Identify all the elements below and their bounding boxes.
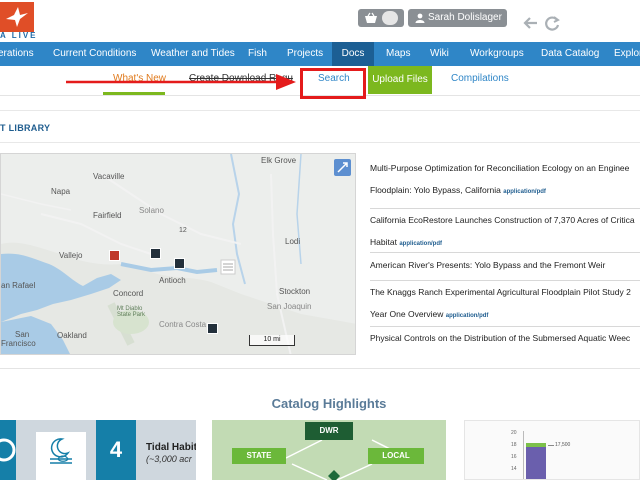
list-item[interactable]: The Knaggs Ranch Experimental Agricultur… [370, 281, 640, 327]
chart-tick: 16 [511, 454, 517, 460]
map-label-contra-costa: Contra Costa [159, 320, 207, 329]
document-title[interactable]: Multi-Purpose Optimization for Reconcili… [370, 157, 640, 179]
nav-item-workgroups[interactable]: Workgroups [470, 42, 524, 66]
list-item[interactable]: California EcoRestore Launches Construct… [370, 209, 640, 253]
search-highlight-box [300, 68, 366, 99]
card-node-dwr: DWR [305, 422, 353, 440]
map-label-lodi: Lodi [285, 237, 301, 246]
document-map[interactable]: Elk Grove Vacaville Napa Fairfield Solan… [0, 153, 356, 355]
map-label-napa: Napa [51, 187, 71, 196]
bird-logo-icon [6, 7, 28, 27]
document-title[interactable]: The Knaggs Ranch Experimental Agricultur… [370, 281, 640, 303]
nav-item-docs[interactable]: Docs [332, 42, 374, 66]
nav-item-current-conditions[interactable]: Current Conditions [53, 42, 136, 66]
nav-item-operations[interactable]: erations [0, 42, 34, 66]
list-item[interactable]: American River's Presents: Yolo Bypass a… [370, 253, 640, 281]
main-nav: erations Current Conditions Weather and … [0, 42, 640, 66]
map-label-fairfield: Fairfield [93, 211, 122, 220]
page: A LIVE Sarah Dolislager erations Current [0, 0, 640, 480]
cart-button[interactable] [358, 9, 404, 27]
card-icon-box [36, 432, 86, 480]
back-arrow-icon[interactable] [522, 16, 538, 30]
list-item[interactable]: Multi-Purpose Optimization for Reconcili… [370, 157, 640, 209]
user-name: Sarah Dolislager [428, 12, 502, 23]
catalog-highlights-title: Catalog Highlights [271, 396, 387, 411]
map-label-vacaville: Vacaville [93, 172, 125, 181]
mime-type: application/pdf [503, 189, 546, 195]
site-logo[interactable] [0, 2, 34, 32]
map-label-oakland: Oakland [57, 331, 87, 340]
document-title-cont[interactable]: Year One Overview [370, 309, 443, 319]
user-menu-button[interactable]: Sarah Dolislager [408, 9, 507, 27]
chart-value-label: 17,500 [555, 442, 571, 448]
logo-text: A LIVE [0, 31, 38, 40]
chart-bar [526, 447, 546, 479]
highlight-card-chart[interactable]: 20 18 16 14 17,500 [464, 420, 640, 480]
basket-icon [365, 12, 377, 23]
card-sublabel: (~3,000 acr [146, 454, 192, 464]
upload-files-button[interactable]: Upload Files [368, 66, 432, 94]
document-title[interactable]: California EcoRestore Launches Construct… [370, 209, 640, 231]
nav-item-weather-and-tides[interactable]: Weather and Tides [151, 42, 235, 66]
card-node-local: LOCAL [368, 448, 424, 464]
document-title[interactable]: American River's Presents: Yolo Bypass a… [370, 253, 640, 277]
nav-item-fish[interactable]: Fish [248, 42, 267, 66]
map-label-elk-grove: Elk Grove [261, 156, 297, 165]
chart-tick: 14 [511, 466, 517, 472]
nav-item-data-catalog[interactable]: Data Catalog [541, 42, 599, 66]
chart-tick: 20 [511, 430, 517, 436]
document-title-cont[interactable]: Floodplain: Yolo Bypass, California [370, 185, 501, 195]
map-label-san-joaquin: San Joaquin [267, 302, 312, 311]
card-number: 4 [96, 420, 136, 480]
moon-fish-icon [50, 438, 72, 464]
card-node-state: STATE [232, 448, 286, 464]
map-label-route-12: 12 [179, 227, 187, 234]
map-marker[interactable] [109, 250, 120, 261]
map-label-mt-diablo: Mt Diablo State Park [117, 306, 146, 318]
map-expand-button[interactable] [334, 159, 351, 176]
document-title-cont[interactable]: Habitat [370, 237, 397, 247]
card-label: Tidal Habit [146, 442, 196, 453]
nav-item-explore[interactable]: Explor [614, 42, 640, 66]
expand-icon [337, 162, 348, 173]
chart-tick: 18 [511, 442, 517, 448]
divider [0, 110, 640, 111]
nav-item-projects[interactable]: Projects [287, 42, 323, 66]
map-label-francisco: Francisco [1, 339, 36, 348]
map-marker[interactable] [207, 323, 218, 334]
nav-item-wiki[interactable]: Wiki [430, 42, 449, 66]
chart-axis [523, 431, 524, 479]
highlight-card-agencies[interactable]: DWR STATE LOCAL [212, 420, 446, 480]
map-scalebar: 10 mi [249, 335, 295, 346]
map-label-solano: Solano [139, 206, 164, 215]
tab-compilations[interactable]: Compilations [451, 73, 509, 84]
map-label-san: San [15, 330, 30, 339]
chart-leader [548, 445, 554, 446]
refresh-icon[interactable] [544, 16, 560, 31]
circle-icon [0, 438, 16, 462]
map-label-antioch: Antioch [159, 276, 186, 285]
map-marker[interactable] [174, 258, 185, 269]
header: A LIVE Sarah Dolislager [0, 0, 640, 42]
highlight-card-tidal-habitat[interactable]: 4 Tidal Habit (~3,000 acr [0, 420, 196, 480]
mime-type: application/pdf [445, 313, 489, 319]
list-item[interactable]: Physical Controls on the Distribution of… [370, 327, 640, 355]
map-label-stockton: Stockton [279, 287, 311, 296]
mime-type: application/pdf [399, 241, 442, 247]
map-label-san-rafael: an Rafael [1, 281, 36, 290]
red-arrow-annotation [66, 74, 296, 90]
nav-item-maps[interactable]: Maps [386, 42, 410, 66]
cart-count-badge [382, 11, 398, 25]
map-label-vallejo: Vallejo [59, 251, 83, 260]
map-label-concord: Concord [113, 289, 144, 298]
document-title[interactable]: Physical Controls on the Distribution of… [370, 327, 640, 349]
map-marker[interactable] [150, 248, 161, 259]
section-title: T LIBRARY [0, 123, 51, 133]
divider [0, 142, 640, 143]
divider [0, 368, 640, 369]
user-icon [415, 13, 425, 23]
